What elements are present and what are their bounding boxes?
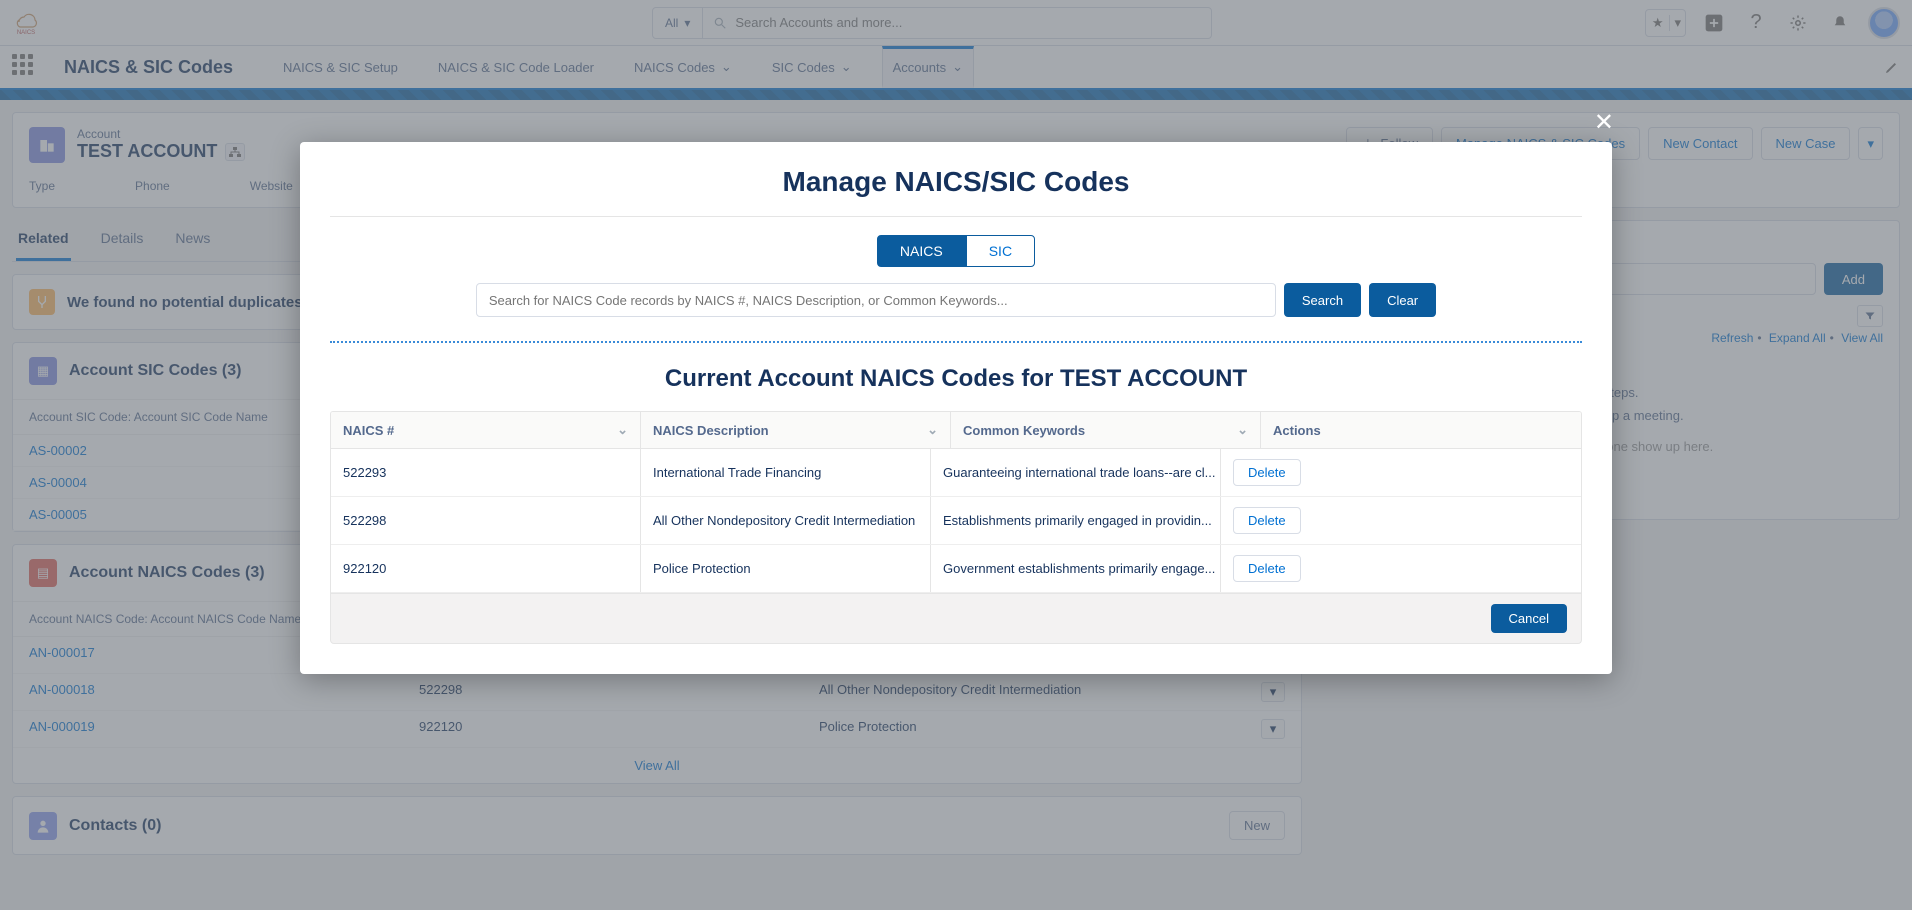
modal-footer: Cancel [330,594,1582,644]
code-type-toggle: NAICS SIC [330,235,1582,267]
current-codes-table: NAICS # ⌄ NAICS Description ⌄ Common Keywo… [330,411,1582,594]
close-icon[interactable]: ✕ [1594,108,1614,137]
chevron-down-icon[interactable]: ⌄ [1237,422,1248,438]
chevron-down-icon[interactable]: ⌄ [927,422,938,438]
table-row: 922120 Police Protection Government esta… [331,545,1581,593]
cancel-button[interactable]: Cancel [1491,604,1567,633]
delete-button[interactable]: Delete [1233,459,1301,486]
toggle-naics[interactable]: NAICS [877,235,966,267]
toggle-sic[interactable]: SIC [966,235,1035,267]
delete-button[interactable]: Delete [1233,555,1301,582]
col-actions: Actions [1273,423,1321,438]
col-common-keywords: Common Keywords [963,423,1085,438]
col-naics-num: NAICS # [343,423,394,438]
modal-title: Manage NAICS/SIC Codes [330,166,1582,217]
chevron-down-icon[interactable]: ⌄ [617,422,628,438]
col-naics-desc: NAICS Description [653,423,769,438]
code-search-input[interactable] [476,283,1276,317]
modal-subtitle: Current Account NAICS Codes for TEST ACC… [330,365,1582,393]
search-button[interactable]: Search [1284,283,1361,317]
manage-codes-modal: ✕ Manage NAICS/SIC Codes NAICS SIC Searc… [300,142,1612,674]
clear-button[interactable]: Clear [1369,283,1436,317]
table-row: 522293 International Trade Financing Gua… [331,449,1581,497]
delete-button[interactable]: Delete [1233,507,1301,534]
table-row: 522298 All Other Nondepository Credit In… [331,497,1581,545]
